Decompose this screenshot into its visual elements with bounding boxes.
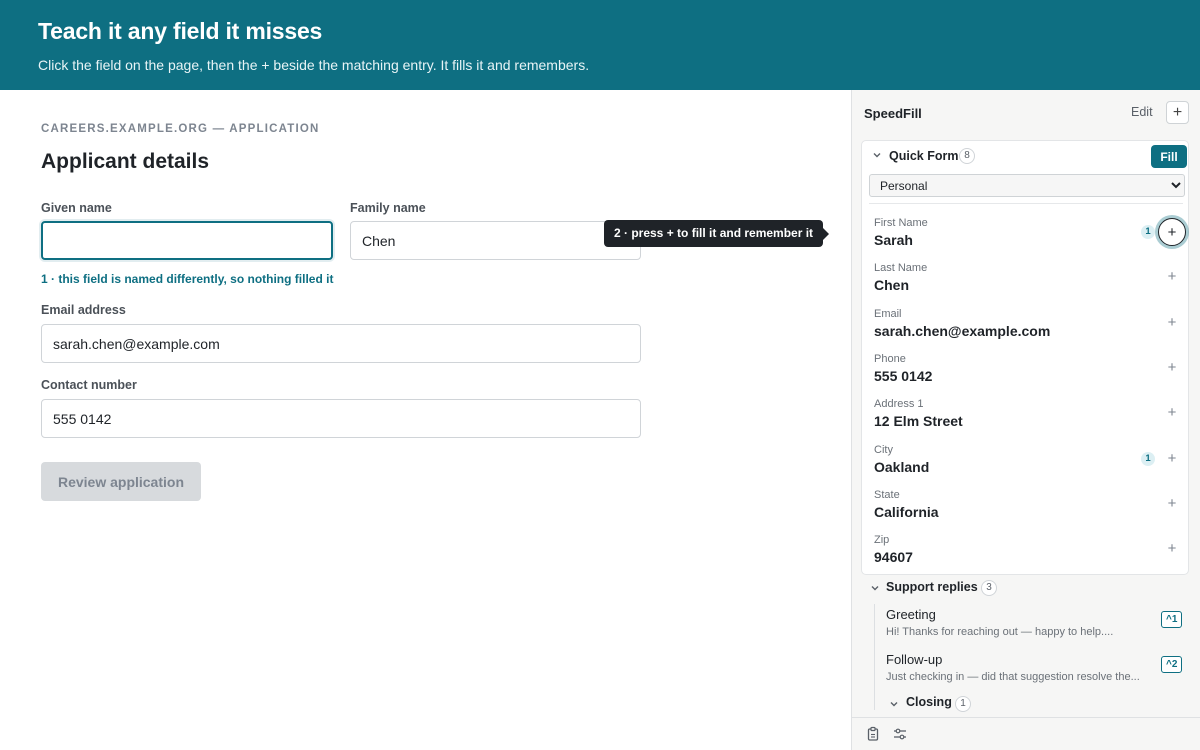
entry-value: 12 Elm Street <box>874 413 963 430</box>
fill-remember-button[interactable]: + <box>1160 447 1184 471</box>
reply-preview: Hi! Thanks for reaching out — happy to h… <box>886 626 1114 638</box>
chevron-down-icon[interactable] <box>872 150 882 163</box>
review-application-button[interactable]: Review application <box>41 462 201 501</box>
clipboard-icon[interactable] <box>866 726 882 742</box>
reply-item[interactable]: Follow-up Just checking in — did that su… <box>886 652 1186 696</box>
banner-subtitle: Click the field on the page, then the + … <box>38 57 590 73</box>
support-replies-count: 3 <box>981 580 997 596</box>
shortcut-badge: ^2 <box>1161 656 1183 673</box>
entry-value: 94607 <box>874 549 913 566</box>
fill-button[interactable]: Fill <box>1151 145 1187 168</box>
entry-label: Last Name <box>874 262 928 275</box>
quick-form-header[interactable]: Quick Form 8 Fill <box>862 141 1190 171</box>
tree-rail <box>874 604 875 710</box>
entry-row[interactable]: Phone 555 0142 + <box>862 353 1190 398</box>
family-name-label: Family name <box>350 201 426 215</box>
reply-title: Greeting <box>886 607 936 622</box>
instruction-banner: Teach it any field it misses Click the f… <box>0 0 1200 90</box>
quick-form-name: Quick Form <box>889 149 959 163</box>
support-replies-name[interactable]: Support replies <box>886 580 978 594</box>
page-title: Applicant details <box>41 150 210 173</box>
step-2-tooltip: 2 · press + to fill it and remember it <box>604 220 830 247</box>
usage-count-badge: 1 <box>1141 225 1155 239</box>
entry-row[interactable]: Zip 94607 + <box>862 534 1190 579</box>
support-replies-group: Support replies 3 Greeting Hi! Thanks fo… <box>852 580 1200 712</box>
fill-remember-button[interactable]: + <box>1160 265 1184 289</box>
email-input[interactable] <box>41 324 641 363</box>
closing-group-name[interactable]: Closing <box>906 695 952 709</box>
sidebar-header: SpeedFill Edit + <box>852 90 1200 136</box>
entry-label: Zip <box>874 534 890 547</box>
entry-value: Sarah <box>874 232 913 248</box>
reply-title: Follow-up <box>886 652 943 667</box>
fill-remember-button[interactable]: + <box>1160 356 1184 380</box>
reply-preview: Just checking in — did that suggestion r… <box>886 671 1140 683</box>
entry-row[interactable]: Address 1 12 Elm Street + <box>862 398 1190 443</box>
entry-row[interactable]: State California + <box>862 489 1190 534</box>
add-group-button[interactable]: + <box>1166 101 1189 124</box>
entry-value: Chen <box>874 277 909 294</box>
quick-form-count: 8 <box>959 148 975 164</box>
quick-form-card: Quick Form 8 Fill Personal First Name Sar… <box>861 140 1189 575</box>
application-page: CAREERS.EXAMPLE.ORG — APPLICATION Applic… <box>0 90 851 750</box>
family-name-input[interactable] <box>350 221 641 260</box>
sidebar-title: SpeedFill <box>864 106 922 121</box>
entry-value: Oakland <box>874 458 930 475</box>
chevron-down-icon[interactable] <box>870 583 880 596</box>
site-label: CAREERS.EXAMPLE.ORG — APPLICATION <box>41 123 320 135</box>
fill-remember-button[interactable]: + <box>1160 401 1184 425</box>
reply-item[interactable]: Greeting Hi! Thanks for reaching out — h… <box>886 607 1186 651</box>
shortcut-badge: ^1 <box>1161 611 1183 628</box>
entry-label: City <box>874 443 893 456</box>
contact-input[interactable] <box>41 399 641 438</box>
entry-value: 555 0142 <box>874 367 933 384</box>
entry-label: State <box>874 488 900 501</box>
profile-select[interactable]: Personal <box>869 174 1185 197</box>
entry-row[interactable]: First Name Sarah 1 + <box>862 217 1190 262</box>
edit-button[interactable]: Edit <box>1131 105 1153 119</box>
entry-label: Email <box>874 307 902 320</box>
email-label: Email address <box>41 303 126 317</box>
closing-count: 1 <box>955 696 971 712</box>
entry-label: Address 1 <box>874 398 924 411</box>
entry-value: sarah.chen@example.com <box>874 322 1051 339</box>
given-name-input[interactable] <box>41 221 333 260</box>
speedfill-sidebar: SpeedFill Edit + Quick Form 8 Fill Perso… <box>851 90 1200 750</box>
usage-count-badge: 1 <box>1141 451 1155 466</box>
settings-sliders-icon[interactable] <box>892 726 908 742</box>
fill-remember-button[interactable]: + <box>1160 492 1184 516</box>
fill-remember-button[interactable]: + <box>1160 537 1184 561</box>
banner-title: Teach it any field it misses <box>38 18 323 44</box>
divider <box>869 203 1183 204</box>
fill-remember-button[interactable]: + <box>1160 311 1184 335</box>
entry-value: California <box>874 503 939 520</box>
fill-remember-button[interactable]: + <box>1158 218 1186 246</box>
entry-label: First Name <box>874 217 928 229</box>
entry-row[interactable]: Last Name Chen + <box>862 262 1190 307</box>
entry-row[interactable]: City Oakland 1 + <box>862 444 1190 489</box>
contact-label: Contact number <box>41 378 137 392</box>
entry-label: Phone <box>874 352 906 365</box>
sidebar-footer <box>852 717 1200 750</box>
entry-row[interactable]: Email sarah.chen@example.com + <box>862 308 1190 353</box>
chevron-down-icon[interactable] <box>889 699 899 712</box>
hint-step-1: 1 · this field is named differently, so … <box>41 272 334 286</box>
given-name-label: Given name <box>41 201 112 215</box>
